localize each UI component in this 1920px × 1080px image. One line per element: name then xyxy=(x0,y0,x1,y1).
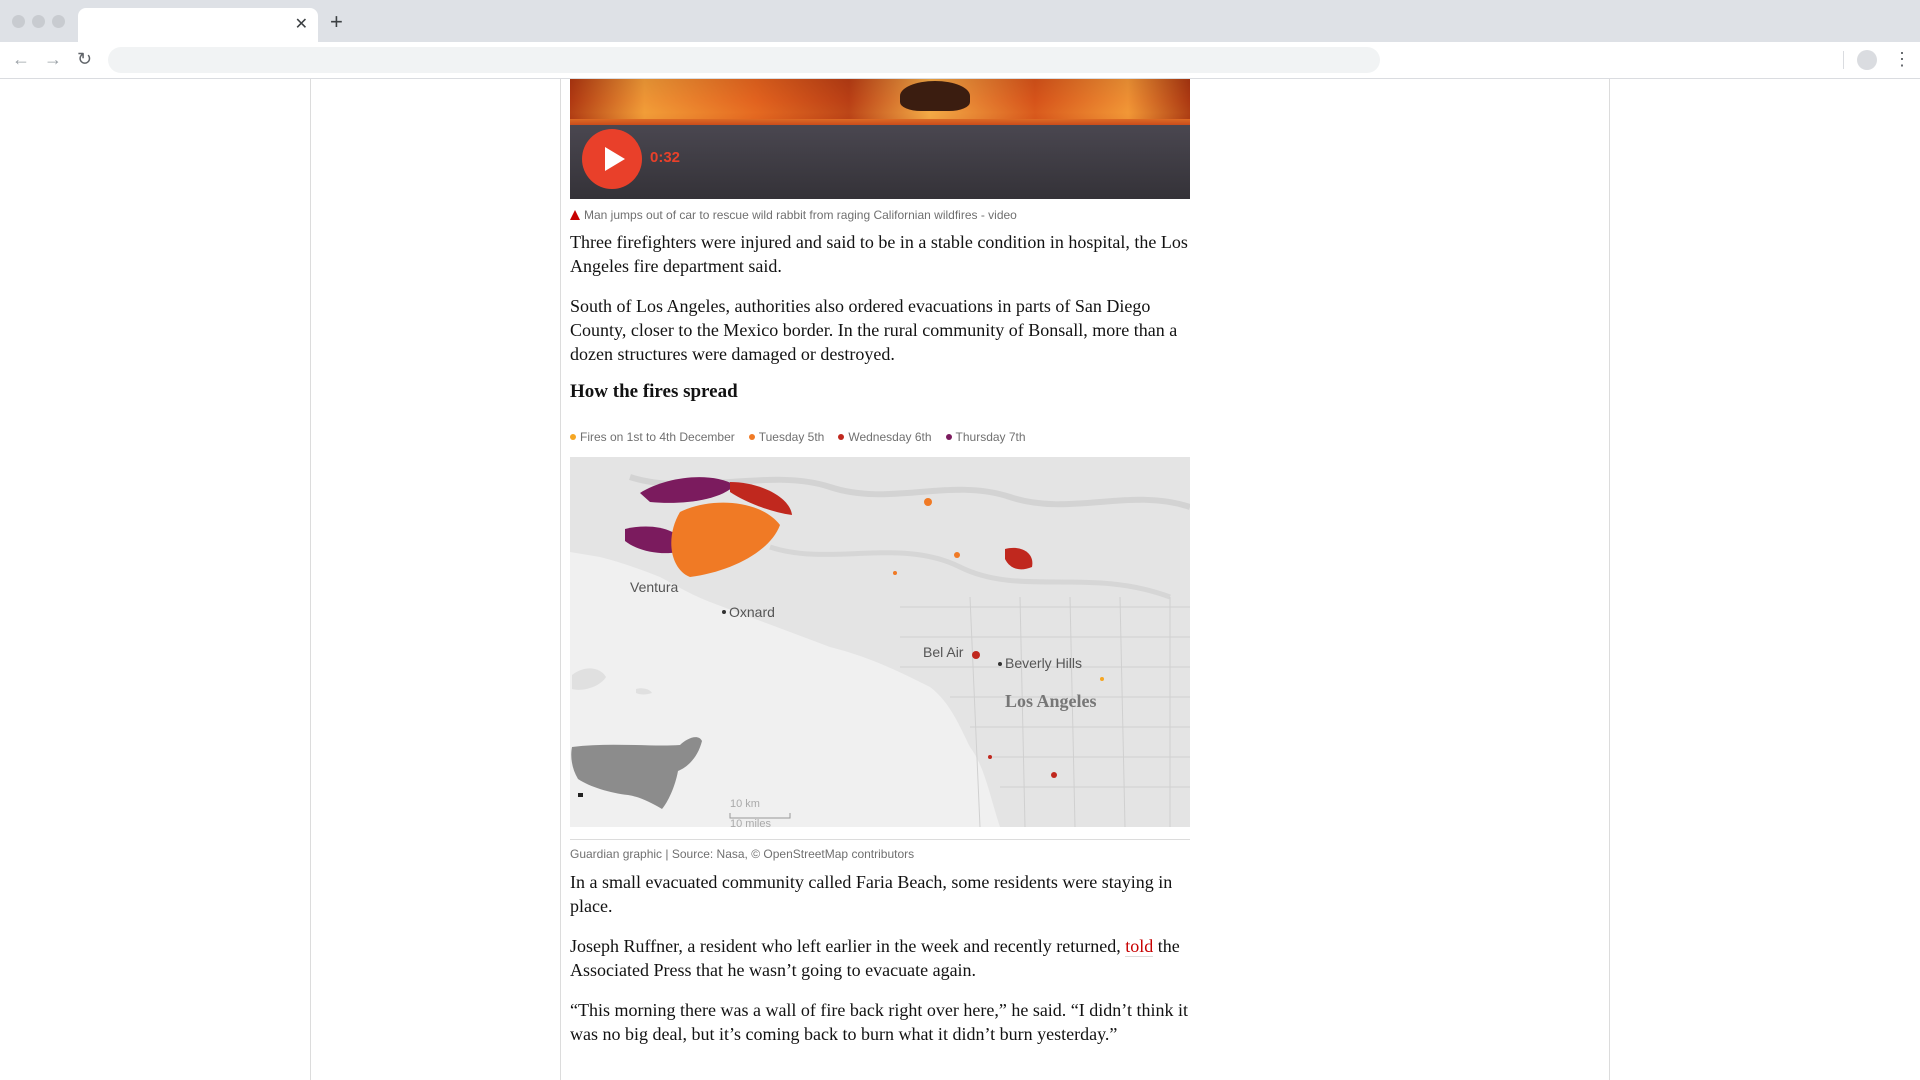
video-caption-text: Man jumps out of car to rescue wild rabb… xyxy=(584,208,1017,222)
video-player[interactable]: 0:32 xyxy=(570,79,1190,199)
legend-label: Thursday 7th xyxy=(955,430,1026,444)
fire-spot xyxy=(954,552,960,558)
legend-item: Tuesday 5th xyxy=(748,430,825,444)
paragraph-text: Joseph Ruffner, a resident who left earl… xyxy=(570,936,1121,956)
video-frame-fire xyxy=(570,79,1190,119)
article-paragraph: In a small evacuated community called Fa… xyxy=(570,872,1173,916)
place-label: Ventura xyxy=(630,579,678,595)
article-paragraph: South of Los Angeles, authorities also o… xyxy=(570,296,1178,364)
fire-spot xyxy=(988,755,992,759)
oxnard-dot xyxy=(722,610,726,614)
map-credit: Guardian graphic | Source: Nasa, © OpenS… xyxy=(570,847,915,861)
article-paragraph: Joseph Ruffner, a resident who left earl… xyxy=(570,934,1190,982)
browser-tab[interactable]: ✕ xyxy=(78,8,318,42)
article-paragraph: “This morning there was a wall of fire b… xyxy=(570,1000,1188,1044)
fire-spot xyxy=(893,571,897,575)
article-paragraph: Three firefighters were injured and said… xyxy=(570,232,1188,276)
page-border-right xyxy=(1609,79,1610,1080)
legend-label: Wednesday 6th xyxy=(848,430,932,444)
scale-km-label: 10 km xyxy=(730,798,760,810)
place-label: Bel Air xyxy=(923,644,964,660)
play-button[interactable] xyxy=(582,129,642,189)
play-icon xyxy=(605,147,625,171)
legend-swatch xyxy=(570,434,576,440)
map-legend: Fires on 1st to 4th December Tuesday 5th… xyxy=(570,430,1026,444)
video-caption: Man jumps out of car to rescue wild rabb… xyxy=(570,208,1017,222)
legend-swatch xyxy=(748,434,755,440)
fire-spot xyxy=(924,498,932,506)
us-inset-map xyxy=(571,737,702,809)
profile-avatar[interactable] xyxy=(1857,50,1877,70)
window-zoom-dot[interactable] xyxy=(52,15,65,28)
video-duration: 0:32 xyxy=(650,149,681,166)
reload-icon[interactable]: ↻ xyxy=(77,49,92,69)
map-island xyxy=(572,668,606,690)
browser-menu-icon[interactable]: ⋮ xyxy=(1893,48,1911,70)
fire-spot xyxy=(1051,772,1057,778)
browser-tab-bar: ✕ + xyxy=(0,0,1920,42)
fire-spot xyxy=(1100,677,1104,681)
legend-swatch xyxy=(838,434,845,440)
toolbar-divider xyxy=(1843,51,1844,69)
page-border-left xyxy=(310,79,311,1080)
fire-spread-map: Ventura Oxnard Bel Air Beverly Hills Los… xyxy=(570,457,1190,827)
legend-label: Fires on 1st to 4th December xyxy=(580,430,735,444)
caption-triangle-icon xyxy=(570,210,580,220)
address-bar[interactable] xyxy=(108,47,1380,73)
map-island xyxy=(636,688,652,695)
scale-miles-label: 10 miles xyxy=(730,818,771,827)
browser-toolbar: ← → ↻ ⋮ xyxy=(0,42,1920,79)
legend-item: Thursday 7th xyxy=(945,430,1026,444)
map-divider xyxy=(570,839,1190,840)
place-label: Beverly Hills xyxy=(1005,655,1082,671)
content-column-border xyxy=(560,79,561,1080)
us-inset-locator xyxy=(578,793,583,797)
section-heading: How the fires spread xyxy=(570,381,738,402)
beverly-hills-dot xyxy=(998,662,1002,666)
legend-label: Tuesday 5th xyxy=(758,430,825,444)
tab-close-icon[interactable]: ✕ xyxy=(295,15,308,35)
fire-spot xyxy=(972,651,980,659)
place-label: Los Angeles xyxy=(1005,691,1097,711)
window-close-dot[interactable] xyxy=(12,15,25,28)
legend-swatch xyxy=(945,434,952,440)
forward-icon[interactable]: → xyxy=(44,49,62,69)
back-icon[interactable]: ← xyxy=(12,49,30,69)
legend-item: Fires on 1st to 4th December xyxy=(570,430,735,444)
told-link[interactable]: told xyxy=(1125,936,1154,957)
map-graphic: Ventura Oxnard Bel Air Beverly Hills Los… xyxy=(570,457,1190,827)
new-tab-icon[interactable]: + xyxy=(330,11,343,33)
place-label: Oxnard xyxy=(729,604,775,620)
video-frame-rabbit xyxy=(900,81,970,111)
page-viewport: 0:32 Man jumps out of car to rescue wild… xyxy=(0,79,1920,1080)
window-minimize-dot[interactable] xyxy=(32,15,45,28)
legend-item: Wednesday 6th xyxy=(838,430,932,444)
